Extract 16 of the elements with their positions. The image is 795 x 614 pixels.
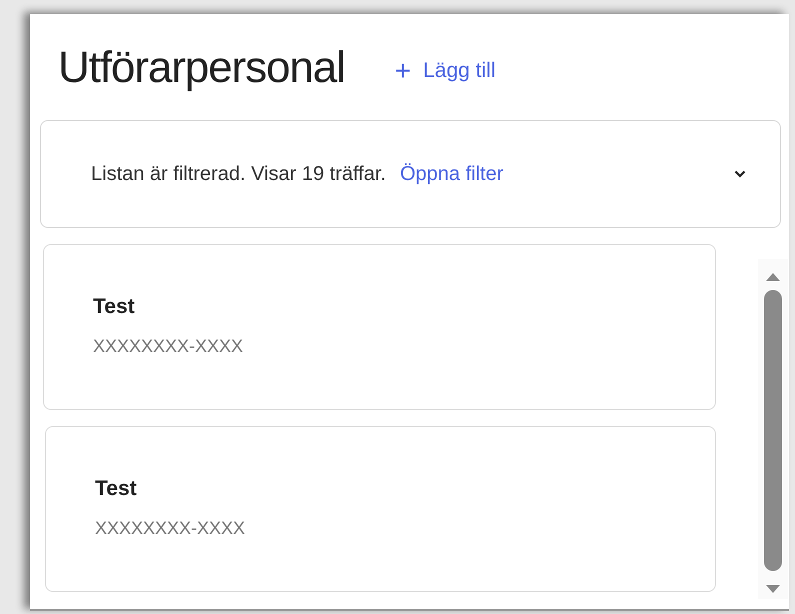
plus-icon: + <box>394 57 412 85</box>
page-title: Utförarpersonal <box>58 42 345 94</box>
open-filter-link[interactable]: Öppna filter <box>400 159 504 189</box>
filter-message: Listan är filtrerad. Visar 19 träffar. <box>91 162 386 187</box>
person-name: Test <box>93 294 135 320</box>
scroll-up-icon[interactable] <box>766 273 780 281</box>
person-id: XXXXXXXX-XXXX <box>93 334 244 358</box>
add-button[interactable]: + Lägg till <box>394 55 496 87</box>
chevron-down-icon[interactable] <box>734 170 746 178</box>
person-card[interactable]: Test XXXXXXXX-XXXX <box>45 426 716 592</box>
scrollbar-thumb[interactable] <box>764 290 782 571</box>
person-id: XXXXXXXX-XXXX <box>95 516 246 540</box>
person-card[interactable]: Test XXXXXXXX-XXXX <box>43 244 716 410</box>
scroll-down-icon[interactable] <box>766 585 780 593</box>
scrollbar[interactable] <box>758 259 788 599</box>
person-name: Test <box>95 476 137 502</box>
